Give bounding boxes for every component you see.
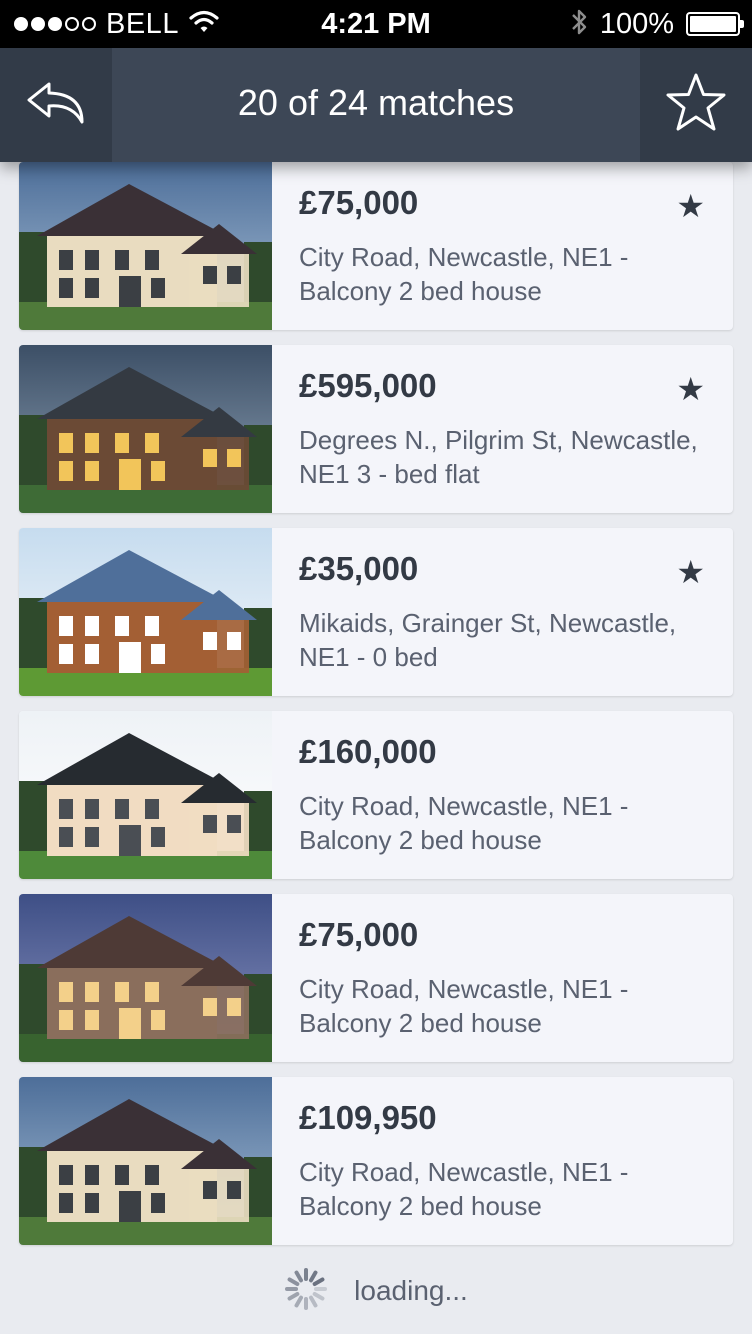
back-button[interactable]: [0, 48, 112, 162]
listing-price: £75,000: [299, 184, 419, 221]
listing-price: £109,950: [299, 1099, 437, 1136]
listing-address: City Road, Newcastle, NE1 - Balcony 2 be…: [299, 1157, 629, 1221]
listing-card[interactable]: £109,950 City Road, Newcastle, NE1 - Balc…: [19, 1077, 733, 1245]
spinner-tick: [287, 1277, 300, 1286]
listing-price: £160,000: [299, 733, 437, 770]
listing-card[interactable]: £75,000 City Road, Newcastle, NE1 - Balco…: [19, 162, 733, 330]
back-arrow-icon: [24, 78, 88, 133]
listing-card[interactable]: £75,000 City Road, Newcastle, NE1 - Balco…: [19, 894, 733, 1062]
spinner-tick: [312, 1291, 325, 1300]
listing-address: City Road, Newcastle, NE1 - Balcony 2 be…: [299, 974, 629, 1038]
house-photo: [19, 894, 272, 1062]
spinner-tick: [309, 1270, 318, 1282]
listing-card[interactable]: £35,000 Mikaids, Grainger St, Newcastle, …: [19, 528, 733, 696]
status-right: 100%: [570, 6, 744, 42]
star-outline-icon: [664, 72, 728, 139]
listing-price: £35,000: [299, 550, 419, 587]
house-photo: [19, 162, 272, 330]
spinner-tick: [294, 1295, 304, 1307]
listing-price: £75,000: [299, 916, 419, 953]
listing-address: City Road, Newcastle, NE1 - Balcony 2 be…: [299, 242, 629, 306]
navigation-bar: 20 of 24 matches: [0, 48, 752, 162]
loading-text: loading...: [354, 1275, 468, 1306]
house-photo: [19, 1077, 272, 1245]
battery-fill: [690, 16, 736, 32]
spinner-tick: [294, 1270, 304, 1282]
star-filled-icon[interactable]: ★: [676, 373, 705, 405]
spinner-tick: [309, 1295, 318, 1307]
status-bar: BELL 4:21 PM 100%: [0, 0, 752, 48]
battery-tip: [740, 20, 744, 28]
listing-address: Mikaids, Grainger St, Newcastle, NE1 - 0…: [299, 608, 677, 672]
listing-card[interactable]: £160,000 City Road, Newcastle, NE1 - Balc…: [19, 711, 733, 879]
battery-icon: [686, 12, 744, 36]
bluetooth-icon: [570, 8, 588, 41]
house-photo: [19, 528, 272, 696]
listing-card[interactable]: £595,000 Degrees N., Pilgrim St, Newcastl…: [19, 345, 733, 513]
star-filled-icon[interactable]: ★: [676, 190, 705, 222]
spinner-tick: [287, 1291, 300, 1300]
nav-title: 20 of 24 matches: [237, 82, 515, 123]
house-photo: [19, 345, 272, 513]
loading-indicator: loading...: [0, 1267, 752, 1316]
listing-address: City Road, Newcastle, NE1 - Balcony 2 be…: [299, 791, 629, 855]
listing-address: Degrees N., Pilgrim St, Newcastle, NE1 3…: [299, 425, 698, 489]
favorite-button[interactable]: [640, 48, 752, 162]
listing-price: £595,000: [299, 367, 437, 404]
star-filled-icon[interactable]: ★: [676, 556, 705, 588]
house-photo: [19, 711, 272, 879]
battery-percentage: 100%: [599, 8, 674, 40]
spinner-tick: [312, 1277, 325, 1286]
spinner-icon: [284, 1267, 328, 1316]
